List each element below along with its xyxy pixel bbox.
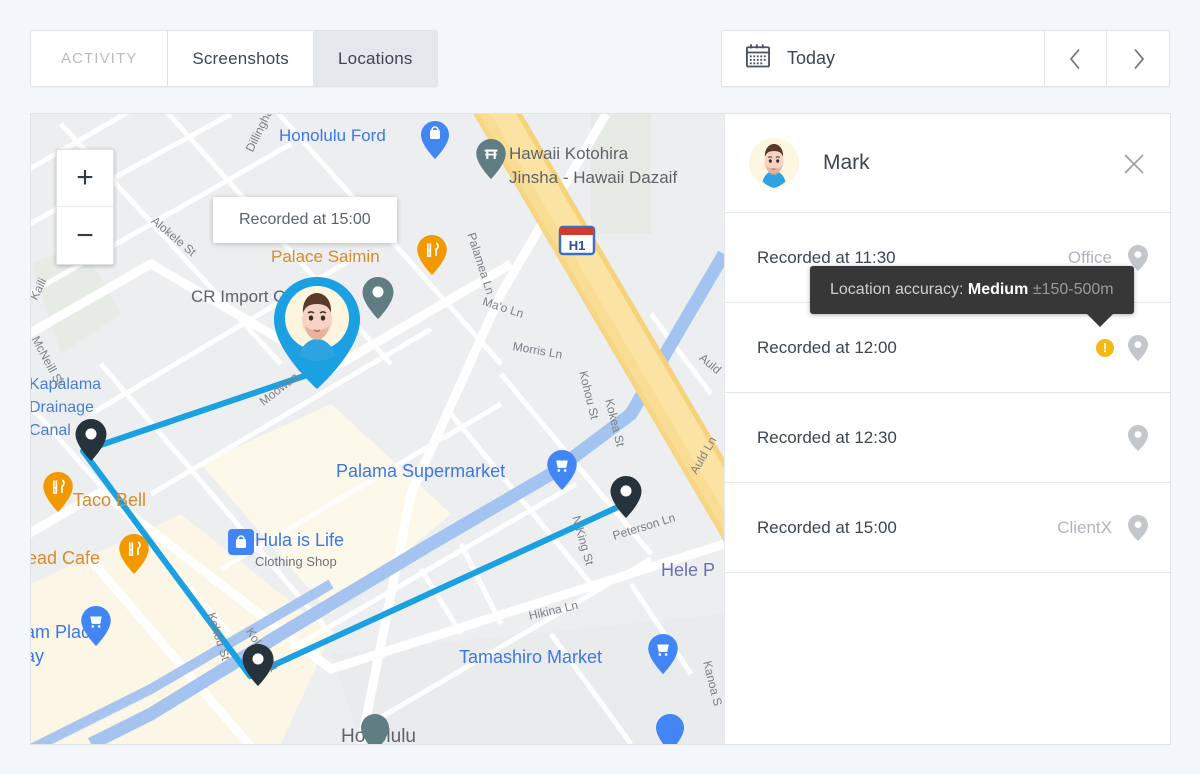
h1-shield: H1: [558, 225, 596, 256]
poi-marker-taco-bell: [43, 472, 73, 517]
previous-day-button[interactable]: [1045, 31, 1107, 86]
next-day-button[interactable]: [1107, 31, 1169, 86]
location-time: Recorded at 11:30: [757, 247, 896, 267]
avatar: [749, 138, 799, 188]
location-time: Recorded at 15:00: [757, 517, 897, 537]
view-tabs: ACTIVITY Screenshots Locations: [30, 30, 438, 87]
tooltip-prefix: Location accuracy:: [830, 281, 964, 298]
route-start-pin[interactable]: [75, 419, 107, 466]
location-row[interactable]: Recorded at 15:00 ClientX: [725, 483, 1170, 573]
poi-marker-shop: [421, 121, 449, 164]
map-zoom-controls: + −: [56, 149, 114, 265]
panel-header: Mark: [725, 114, 1170, 213]
tab-activity[interactable]: ACTIVITY: [31, 31, 169, 86]
location-time: Recorded at 12:00: [757, 337, 897, 357]
date-picker-button[interactable]: Today: [722, 31, 1045, 86]
tab-screenshots[interactable]: Screenshots: [168, 31, 315, 86]
zoom-in-button[interactable]: +: [57, 150, 113, 207]
locations-content: H1 + − Recorded at 15:00 Honolulu Ford H…: [30, 113, 1171, 745]
route-end-pin[interactable]: [610, 476, 642, 523]
location-pin-icon[interactable]: [1128, 514, 1148, 541]
map-info-window: Recorded at 15:00: [213, 197, 397, 243]
close-panel-button[interactable]: [1122, 152, 1146, 176]
route-mid-pin[interactable]: [242, 644, 274, 691]
zoom-out-button[interactable]: −: [57, 207, 113, 264]
accuracy-tooltip: Location accuracy: Medium ±150-500m: [810, 266, 1134, 327]
poi-marker-bottom-a: [361, 714, 389, 744]
location-pin-icon[interactable]: [1128, 424, 1148, 451]
location-pin-icon[interactable]: [1128, 334, 1148, 361]
tab-locations[interactable]: Locations: [314, 31, 437, 86]
poi-marker-restaurant: [417, 235, 447, 280]
poi-marker-hula-is-life: [228, 529, 254, 560]
user-name: Mark: [823, 151, 870, 174]
location-time: Recorded at 12:30: [757, 427, 897, 447]
date-label: Today: [787, 48, 836, 68]
date-navigation: Today: [721, 30, 1170, 87]
calendar-icon: [744, 42, 772, 75]
top-bar: ACTIVITY Screenshots Locations Today: [0, 0, 1200, 113]
poi-marker-cafe: [119, 534, 149, 579]
location-tag: ClientX: [1057, 517, 1112, 537]
poi-marker-shrine: [476, 139, 506, 184]
tooltip-range: ±150-500m: [1032, 281, 1114, 298]
chevron-left-icon: [1069, 48, 1080, 69]
tooltip-level: Medium: [967, 281, 1029, 298]
chevron-right-icon: [1133, 48, 1144, 69]
route-secondary-pin[interactable]: [362, 277, 394, 324]
location-detail-panel: Mark Recorded at 11:30 Office Recorded at …: [724, 114, 1170, 744]
poi-marker-palama-supermarket: [547, 450, 577, 495]
map-canvas[interactable]: H1 + − Recorded at 15:00 Honolulu Ford H…: [31, 114, 724, 744]
poi-marker-kam-place: [81, 606, 111, 651]
avatar-face: [299, 293, 335, 361]
accuracy-warning-icon[interactable]: !: [1096, 338, 1114, 357]
avatar-map-pin[interactable]: [274, 277, 360, 394]
svg-text:H1: H1: [569, 238, 586, 253]
location-row[interactable]: Recorded at 12:30: [725, 393, 1170, 483]
location-tag: Office: [1067, 247, 1112, 267]
poi-marker-tamashiro-market: [648, 634, 678, 679]
poi-marker-bottom-b: [656, 714, 684, 744]
